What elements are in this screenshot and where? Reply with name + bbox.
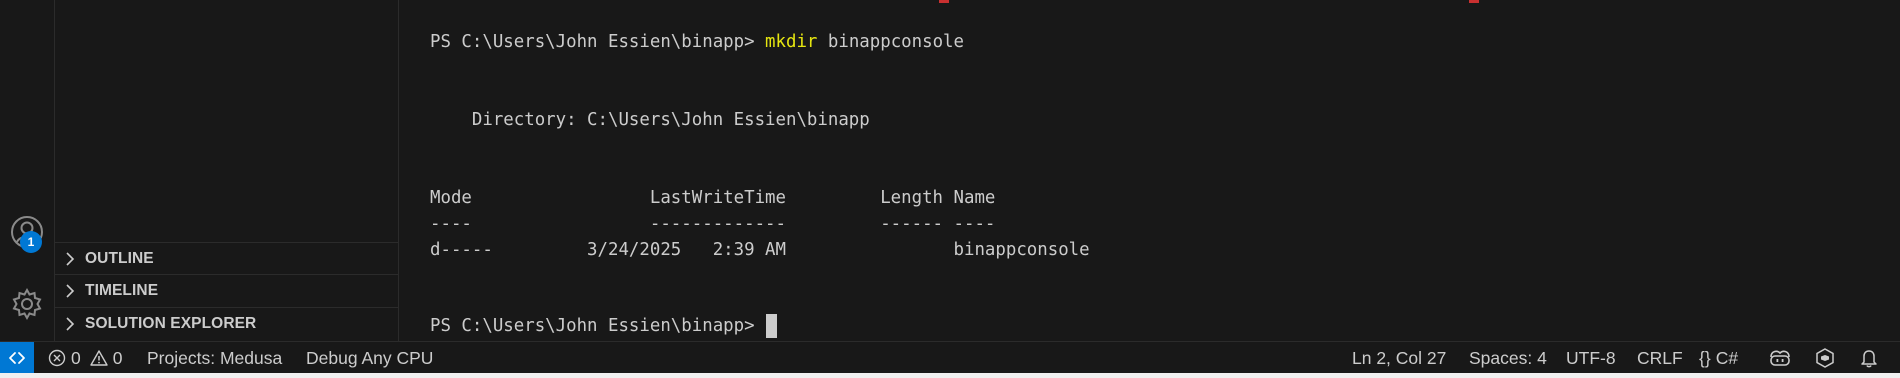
timeline-panel-header[interactable]: TIMELINE [55,274,398,306]
activity-bar: 1 [0,0,55,341]
terminal-command-line: PS C:\Users\John Essien\binapp> mkdir bi… [430,30,964,54]
language-mode[interactable]: {} C# [1699,342,1738,374]
table-row: d----- 3/24/2025 2:39 AM binappconsole [430,240,1090,260]
encoding[interactable]: UTF-8 [1566,342,1616,374]
terminal-cursor [765,314,777,338]
accounts-badge: 1 [20,231,42,253]
bell-icon[interactable] [1860,342,1878,374]
debug-configuration[interactable]: Debug Any CPU [306,342,433,374]
status-bar: 0 0 Projects: Medusa Debug Any CPU Ln 2,… [0,341,1900,374]
errors-count: 0 [71,347,81,368]
indentation[interactable]: Spaces: 4 [1469,342,1547,374]
command-args: binappconsole [817,32,964,52]
window-bottom-edge [0,373,1900,378]
projects-status[interactable]: Projects: Medusa [147,342,282,374]
remote-icon[interactable] [0,342,34,374]
solution-explorer-label: SOLUTION EXPLORER [85,314,257,332]
scrolled-text-remnant [939,0,1479,3]
sidebar: OUTLINE TIMELINE SOLUTION EXPLORER [55,0,399,341]
timeline-label: TIMELINE [85,281,159,299]
chevron-right-icon [55,283,85,298]
chevron-right-icon [55,251,85,266]
chevron-right-icon [55,316,85,331]
terminal-prompt-line: PS C:\Users\John Essien\binapp> [430,314,777,338]
copilot-icon[interactable] [1768,342,1792,374]
solution-explorer-panel-header[interactable]: SOLUTION EXPLORER [55,307,398,339]
braces-icon: {} [1699,347,1711,368]
error-icon [48,349,66,367]
warning-icon [90,350,108,366]
terminal[interactable]: PS C:\Users\John Essien\binapp> mkdir bi… [399,0,1900,341]
table-header: Mode LastWriteTime Length Name [430,188,996,208]
language-label: C# [1715,347,1739,368]
outline-label: OUTLINE [85,249,154,267]
problems-indicator[interactable]: 0 0 [48,342,122,374]
table-separator: ---- ------------- ------ ---- [430,214,996,234]
end-of-line[interactable]: CRLF [1637,342,1683,374]
command-name: mkdir [765,32,818,52]
csharp-devkit-icon[interactable] [1814,342,1836,374]
outline-panel-header[interactable]: OUTLINE [55,242,398,274]
warnings-count: 0 [112,347,123,368]
cursor-position[interactable]: Ln 2, Col 27 [1352,342,1446,374]
gear-icon[interactable] [0,280,54,328]
prompt: PS C:\Users\John Essien\binapp> [430,316,755,336]
prompt: PS C:\Users\John Essien\binapp> [430,32,766,52]
directory-line: Directory: C:\Users\John Essien\binapp [430,110,870,130]
